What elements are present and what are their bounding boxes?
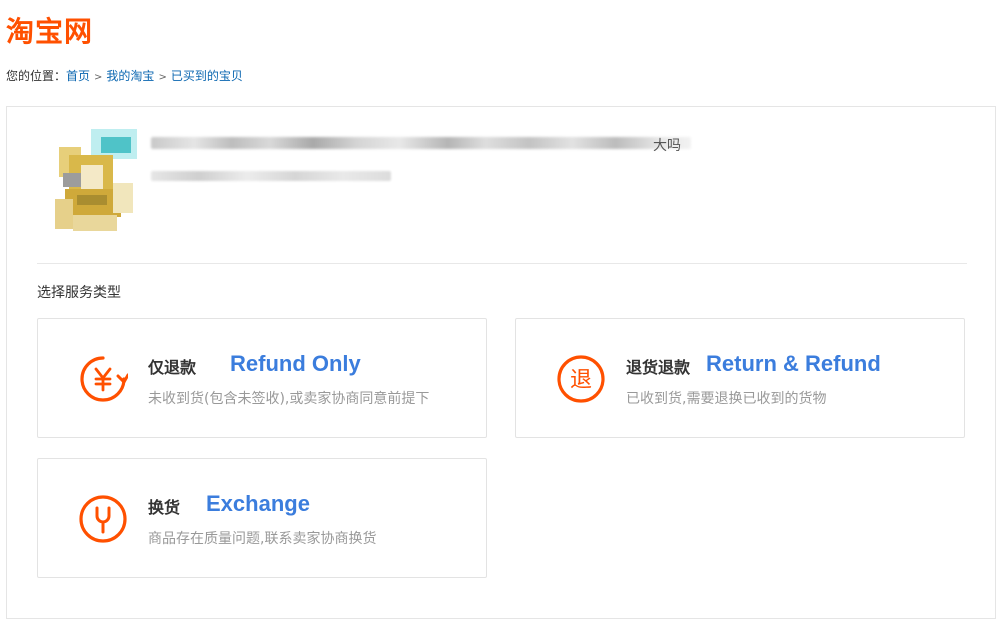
svg-text:退: 退 [570, 368, 592, 393]
return-circle-icon: 退 [557, 355, 605, 403]
breadcrumb-separator: > [158, 72, 167, 83]
breadcrumb-home-link[interactable]: 首页 [66, 69, 90, 83]
breadcrumb-purchased-link[interactable]: 已买到的宝贝 [171, 69, 243, 83]
option-english-label: Refund Only [230, 351, 361, 376]
option-english-label: Exchange [206, 491, 310, 516]
breadcrumb-label: 您的位置： [6, 69, 67, 83]
section-label: 选择服务类型 [37, 285, 121, 301]
option-title: 换货 [148, 498, 181, 517]
product-thumbnail[interactable] [51, 129, 141, 233]
exchange-option[interactable]: 换货 Exchange 商品存在质量问题,联系卖家协商换货 [37, 458, 487, 578]
option-title: 仅退款 [148, 358, 197, 377]
taobao-logo[interactable]: 淘宝网 [6, 12, 93, 52]
product-title-redacted [151, 137, 691, 149]
product-title-tail: 大吗 [653, 138, 681, 154]
option-english-label: Return & Refund [706, 351, 881, 376]
option-description: 商品存在质量问题,联系卖家协商换货 [148, 531, 377, 547]
breadcrumb: 您的位置：首页 > 我的淘宝 > 已买到的宝贝 [6, 68, 243, 86]
product-meta-redacted [151, 171, 391, 181]
option-description: 已收到货,需要退换已收到的货物 [626, 391, 827, 407]
refund-panel: 大吗 选择服务类型 仅退款 Refund Only 未收到货(包含未签收),或卖… [6, 106, 996, 619]
refund-only-option[interactable]: 仅退款 Refund Only 未收到货(包含未签收),或卖家协商同意前提下 [37, 318, 487, 438]
breadcrumb-my-taobao-link[interactable]: 我的淘宝 [106, 69, 154, 83]
option-title: 退货退款 [626, 358, 691, 377]
breadcrumb-separator: > [94, 72, 103, 83]
return-refund-option[interactable]: 退 退货退款 Return & Refund 已收到货,需要退换已收到的货物 [515, 318, 965, 438]
option-description: 未收到货(包含未签收),或卖家协商同意前提下 [148, 391, 430, 407]
wrench-exchange-icon [79, 495, 127, 543]
yen-refund-icon [80, 356, 128, 402]
divider [37, 263, 967, 264]
